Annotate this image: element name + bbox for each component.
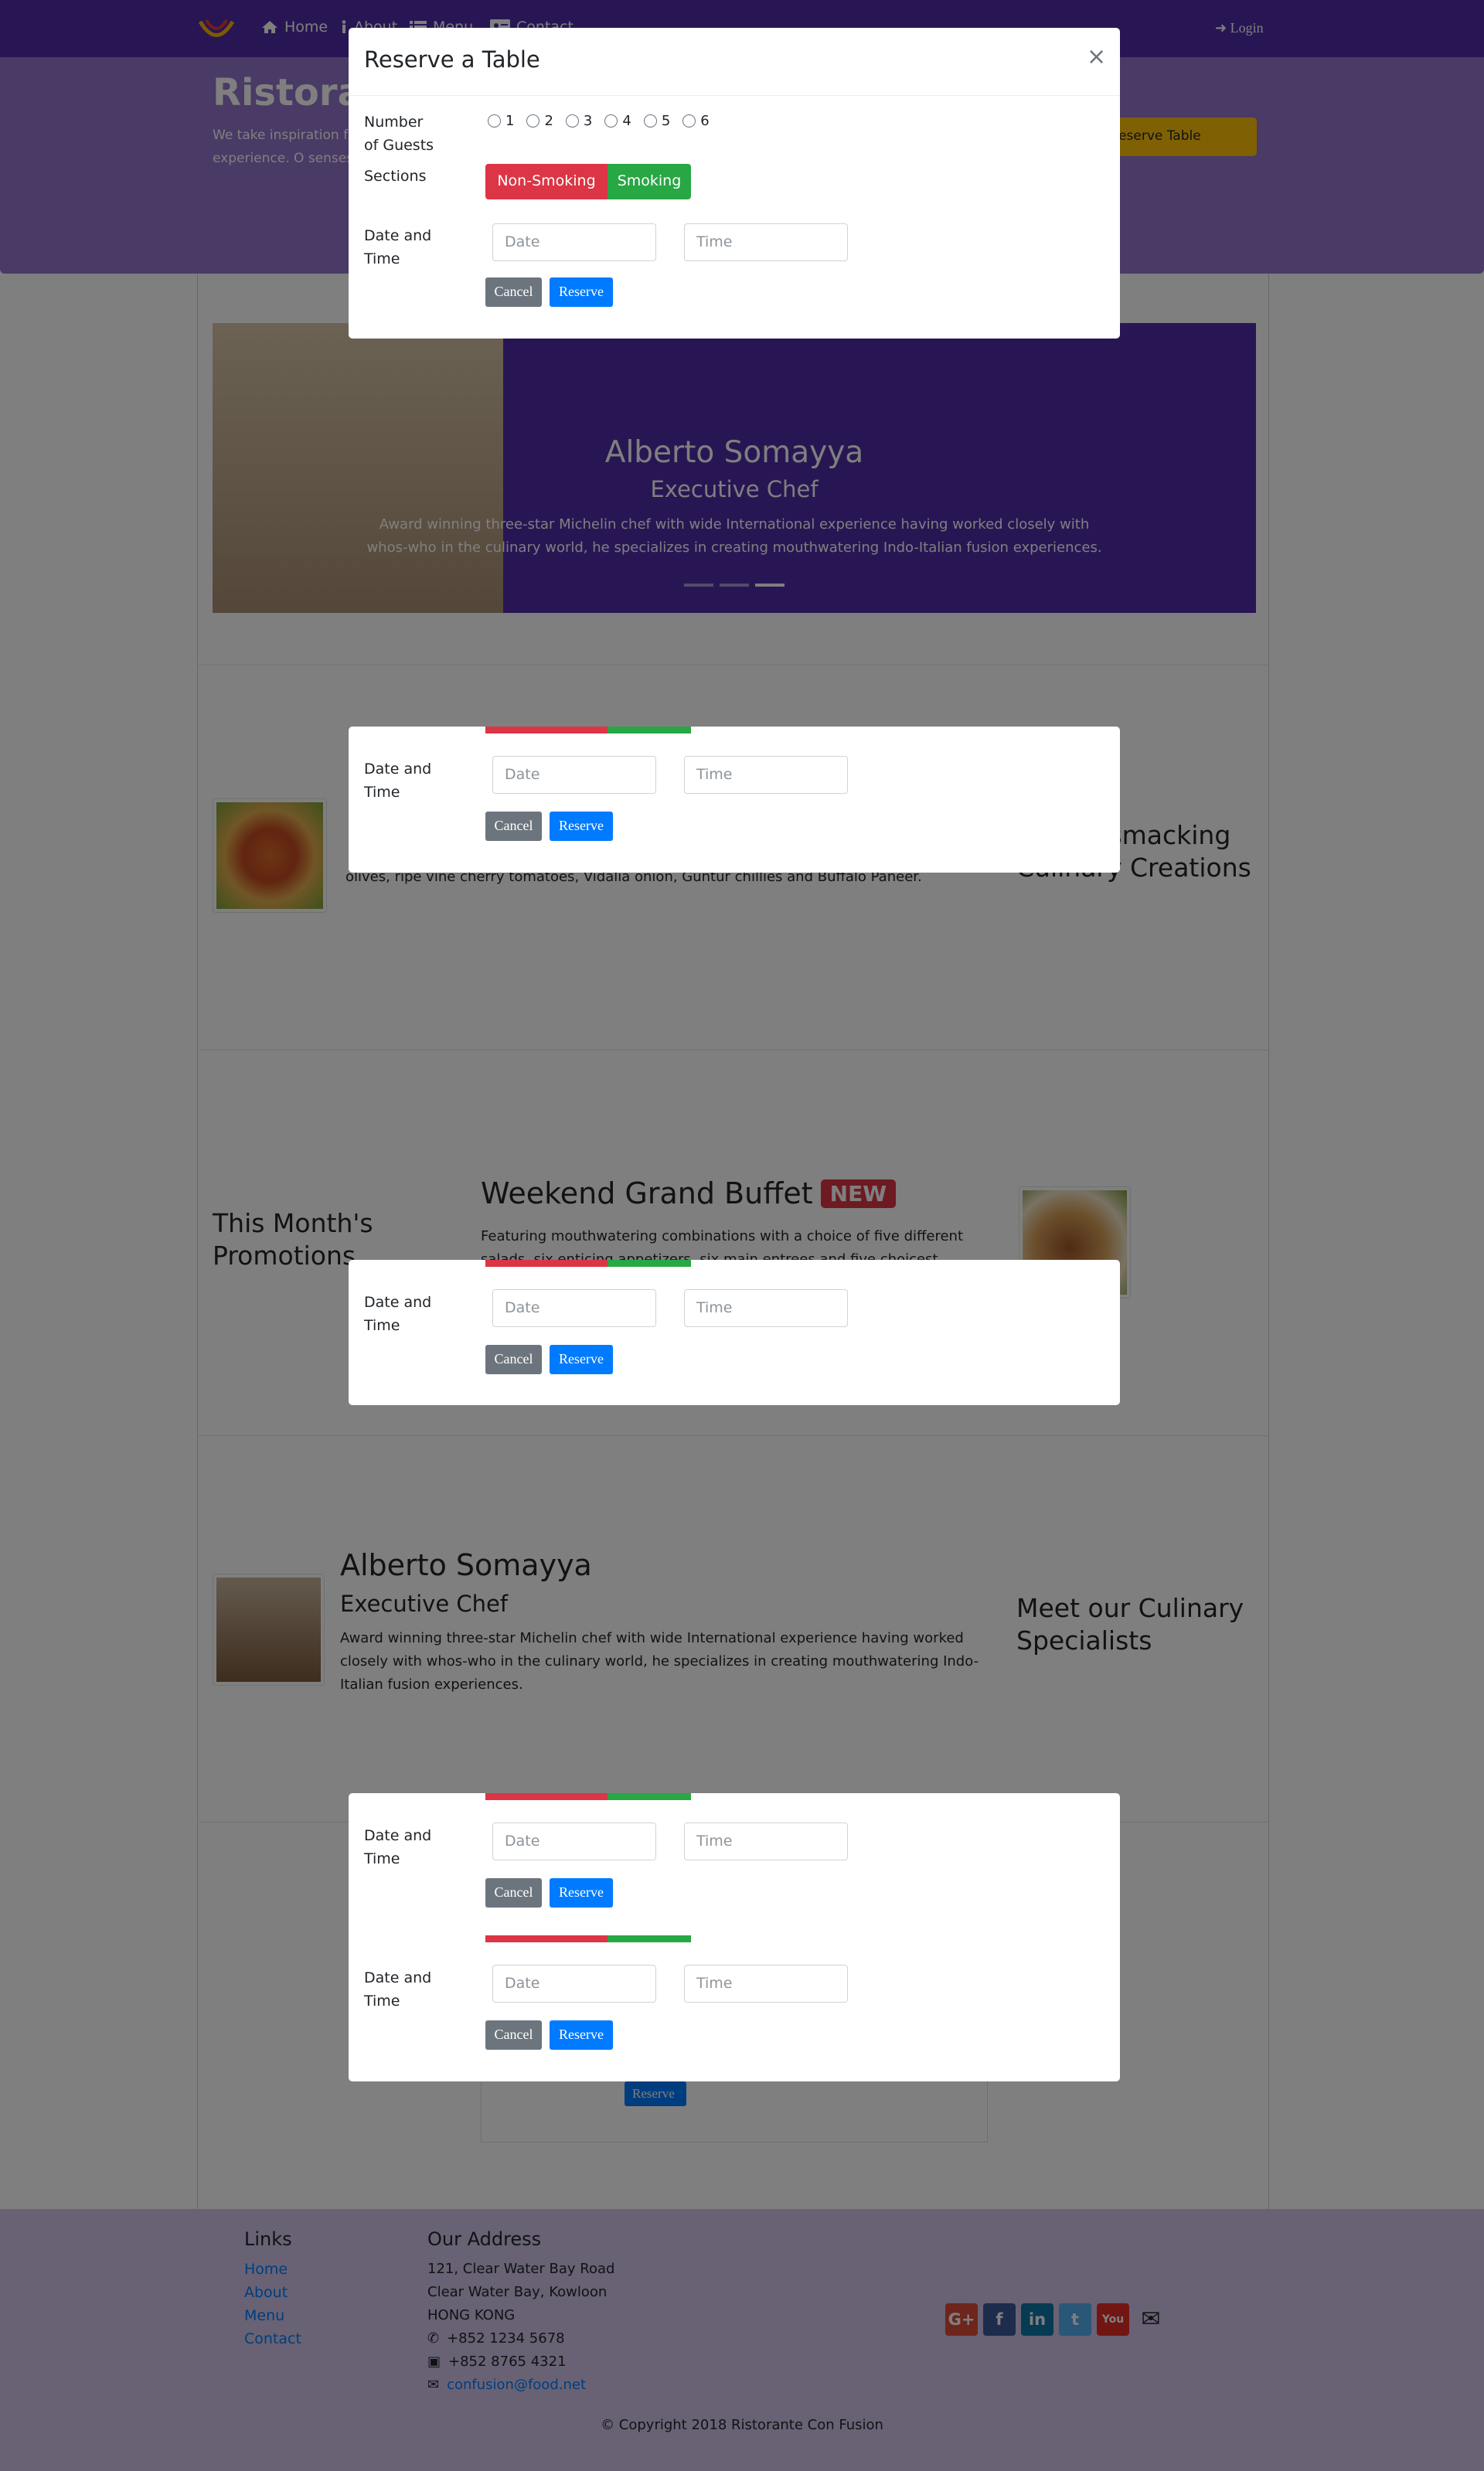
guests-label: Number of Guests: [364, 114, 434, 154]
smoking-button[interactable]: [608, 1935, 691, 1942]
smoking-button[interactable]: [608, 727, 691, 733]
time-input[interactable]: Time: [684, 1965, 848, 2003]
modal-title: Reserve a Table: [364, 46, 540, 73]
guest-option-label: 1: [505, 113, 515, 129]
cancel-button[interactable]: Cancel: [485, 1878, 542, 1908]
radio-icon[interactable]: [565, 114, 579, 128]
smoking-button[interactable]: Smoking: [608, 164, 691, 199]
radio-icon[interactable]: [488, 114, 501, 128]
time-input[interactable]: Time: [684, 1823, 848, 1860]
datetime-label: Date and Time: [364, 761, 432, 801]
non-smoking-button[interactable]: [485, 1793, 608, 1800]
reserve-button[interactable]: Reserve: [550, 2020, 613, 2050]
cancel-button[interactable]: Cancel: [485, 277, 542, 307]
datetime-label: Date and Time: [364, 1294, 432, 1334]
guest-option-6[interactable]: 6: [682, 113, 710, 129]
cancel-button[interactable]: Cancel: [485, 1345, 542, 1374]
guest-option-5[interactable]: 5: [643, 113, 671, 129]
reserve-modal-fragment: Date and Time Date Time Cancel Reserve: [349, 727, 1120, 873]
date-input[interactable]: Date: [492, 223, 656, 261]
time-input[interactable]: Time: [684, 756, 848, 794]
radio-icon[interactable]: [643, 114, 657, 128]
non-smoking-button[interactable]: [485, 727, 608, 733]
cancel-button[interactable]: Cancel: [485, 2020, 542, 2050]
guest-option-label: 4: [622, 113, 631, 129]
guest-option-1[interactable]: 1: [488, 113, 514, 129]
guest-option-3[interactable]: 3: [565, 113, 593, 129]
guest-option-label: 3: [583, 113, 593, 129]
datetime-label: Date and Time: [364, 227, 432, 267]
modal-header: Reserve a Table ×: [349, 28, 1120, 96]
cancel-button[interactable]: Cancel: [485, 812, 542, 841]
datetime-label: Date and Time: [364, 1969, 432, 2010]
time-input[interactable]: Time: [684, 223, 848, 261]
close-icon[interactable]: ×: [1087, 43, 1106, 70]
non-smoking-button[interactable]: [485, 1935, 608, 1942]
radio-icon[interactable]: [604, 114, 618, 128]
time-input[interactable]: Time: [684, 1289, 848, 1327]
radio-icon[interactable]: [526, 114, 540, 128]
modal-backdrop[interactable]: [0, 0, 1484, 2471]
non-smoking-button[interactable]: Non-Smoking: [485, 164, 608, 199]
smoking-button[interactable]: [608, 1260, 691, 1267]
reserve-modal: Reserve a Table × Number of Guests 1 2 3…: [349, 28, 1120, 339]
datetime-label: Date and Time: [364, 1827, 432, 1867]
date-input[interactable]: Date: [492, 1965, 656, 2003]
reserve-button[interactable]: Reserve: [550, 1878, 613, 1908]
guest-option-label: 6: [700, 113, 710, 129]
reserve-button[interactable]: Reserve: [550, 812, 613, 841]
date-input[interactable]: Date: [492, 1823, 656, 1860]
reserve-modal-fragment: Date and Time Date Time Cancel Reserve D…: [349, 1793, 1120, 2081]
non-smoking-button[interactable]: [485, 1260, 608, 1267]
guests-radio-group: 1 2 3 4 5 6: [488, 113, 710, 129]
guest-option-4[interactable]: 4: [604, 113, 631, 129]
guest-option-2[interactable]: 2: [526, 113, 553, 129]
date-input[interactable]: Date: [492, 1289, 656, 1327]
date-input[interactable]: Date: [492, 756, 656, 794]
sections-label: Sections: [364, 168, 427, 185]
reserve-button[interactable]: Reserve: [550, 1345, 613, 1374]
guest-option-label: 5: [661, 113, 671, 129]
radio-icon[interactable]: [682, 114, 696, 128]
guest-option-label: 2: [544, 113, 553, 129]
reserve-modal-fragment: Date and Time Date Time Cancel Reserve: [349, 1260, 1120, 1405]
smoking-button[interactable]: [608, 1793, 691, 1800]
reserve-button[interactable]: Reserve: [550, 277, 613, 307]
